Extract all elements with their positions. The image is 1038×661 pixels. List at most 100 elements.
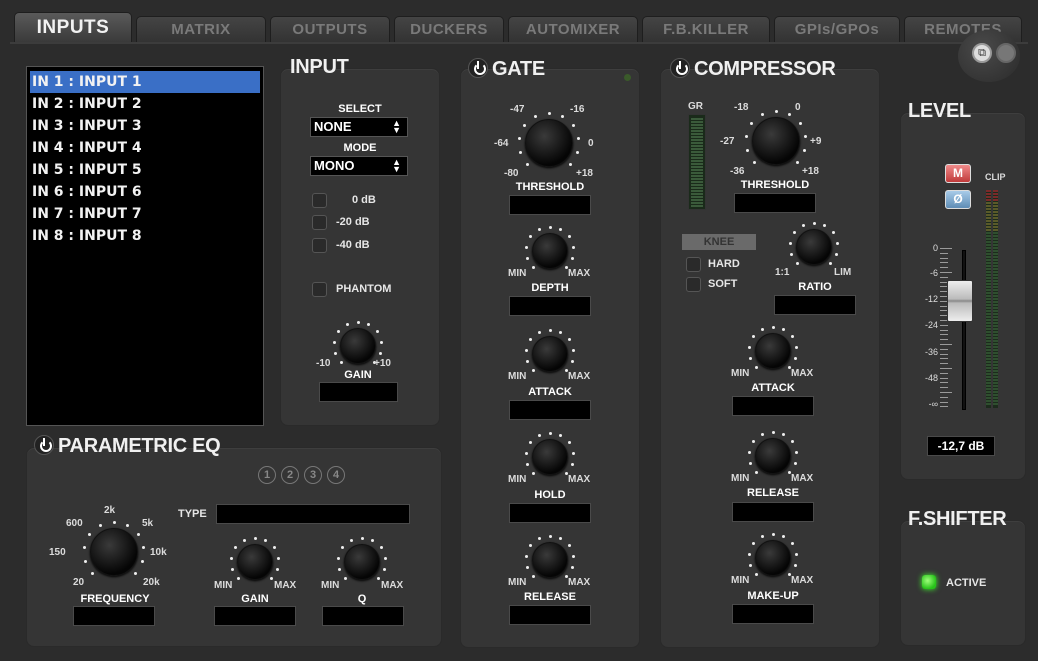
eq-band-4-button[interactable]: 4 <box>327 466 345 484</box>
meter-segment <box>691 130 703 132</box>
eq-band-1-button[interactable]: 1 <box>258 466 276 484</box>
meter-segment <box>986 310 991 312</box>
knee-soft-checkbox[interactable] <box>686 277 701 292</box>
knob-body[interactable] <box>532 439 568 475</box>
knob-body[interactable] <box>755 438 791 474</box>
ratio-label: RATIO <box>798 281 832 293</box>
knob-scale-dot <box>88 532 92 536</box>
phantom-checkbox[interactable] <box>312 282 327 297</box>
meter-segment <box>993 331 998 333</box>
meter-segment <box>986 403 991 405</box>
fader-tick <box>940 387 948 389</box>
knob-body[interactable] <box>90 528 138 576</box>
meter-segment <box>691 184 703 186</box>
list-item[interactable]: IN 2 : INPUT 2 <box>27 93 263 115</box>
level-fader-handle[interactable] <box>947 280 973 322</box>
knob-scale-dot <box>795 345 799 349</box>
mute-button[interactable]: M <box>945 164 971 183</box>
eq-band-2-button[interactable]: 2 <box>281 466 299 484</box>
pad-20db-checkbox[interactable] <box>312 215 327 230</box>
phase-invert-button[interactable]: Ø <box>945 190 971 209</box>
tab-duckers[interactable]: DUCKERS <box>394 16 504 42</box>
meter-segment <box>986 199 991 201</box>
knob-body[interactable] <box>755 540 791 576</box>
knob-scale-dot <box>529 338 533 342</box>
compressor-power-icon[interactable] <box>670 58 690 78</box>
knob-scale-dot <box>548 534 552 538</box>
tab-outputs[interactable]: OUTPUTS <box>270 16 390 42</box>
meter-segment <box>691 166 703 168</box>
meter-segment <box>993 217 998 219</box>
gate-threshold-knob[interactable] <box>515 109 583 177</box>
knob-body[interactable] <box>532 233 568 269</box>
pad-40db-checkbox[interactable] <box>312 238 327 253</box>
list-item[interactable]: IN 4 : INPUT 4 <box>27 137 263 159</box>
eq-frequency-knob[interactable] <box>80 518 148 586</box>
meter-segment <box>993 289 998 291</box>
knob-scale-dot <box>559 434 563 438</box>
knee-hard-label: HARD <box>708 258 740 270</box>
compressor-threshold-knob[interactable] <box>742 107 810 175</box>
gate-power-icon[interactable] <box>468 58 488 78</box>
gate-threshold-scale: -80 <box>504 168 519 179</box>
knee-hard-checkbox[interactable] <box>686 257 701 272</box>
knob-body[interactable] <box>525 119 573 167</box>
meter-segment <box>691 157 703 159</box>
list-item[interactable]: IN 8 : INPUT 8 <box>27 225 263 247</box>
list-item[interactable]: IN 6 : INPUT 6 <box>27 181 263 203</box>
tab-automixer[interactable]: AUTOMIXER <box>508 16 638 42</box>
mode-dropdown[interactable]: MONO ▲ ▼ <box>310 156 408 176</box>
meter-segment <box>993 292 998 294</box>
fshifter-title: F.SHIFTER <box>908 508 1007 530</box>
list-item[interactable]: IN 7 : INPUT 7 <box>27 203 263 225</box>
knob-body[interactable] <box>755 333 791 369</box>
gate-threshold-label: THRESHOLD <box>515 181 585 193</box>
meter-segment <box>986 400 991 402</box>
meter-segment <box>993 355 998 357</box>
knob-body[interactable] <box>344 544 380 580</box>
comp-attack-value <box>732 396 814 416</box>
list-item[interactable]: IN 1 : INPUT 1 <box>30 71 260 93</box>
knob-scale-dot <box>771 532 775 536</box>
gate-threshold-scale: -16 <box>570 104 585 115</box>
knob-scale-dot <box>788 241 792 245</box>
knob-body[interactable] <box>532 542 568 578</box>
list-item[interactable]: IN 5 : INPUT 5 <box>27 159 263 181</box>
meter-segment <box>993 295 998 297</box>
knob-body[interactable] <box>340 328 376 364</box>
select-dropdown[interactable]: NONE ▲ ▼ <box>310 117 408 137</box>
clip-label: CLIP <box>985 172 1006 182</box>
meter-segment <box>986 253 991 255</box>
eq-power-icon[interactable] <box>34 435 54 455</box>
meter-segment <box>691 205 703 207</box>
tab-matrix[interactable]: MATRIX <box>136 16 266 42</box>
paste-icon[interactable] <box>996 43 1016 63</box>
knob-scale-dot <box>754 366 758 370</box>
knob-scale-dot <box>567 235 571 239</box>
knob-scale-dot <box>793 231 797 235</box>
gate-attack-min: MIN <box>508 371 527 382</box>
list-item[interactable]: IN 3 : INPUT 3 <box>27 115 263 137</box>
level-scale-label: -12 <box>924 294 938 304</box>
tab-inputs[interactable]: INPUTS <box>14 12 132 42</box>
knob-body[interactable] <box>796 229 832 265</box>
fader-tick <box>940 382 948 384</box>
meter-segment <box>986 358 991 360</box>
meter-segment <box>986 274 991 276</box>
knob-body[interactable] <box>752 117 800 165</box>
fshifter-active-led[interactable] <box>922 575 936 589</box>
tab-fb-killer[interactable]: F.B.KILLER <box>642 16 770 42</box>
eq-type-field[interactable] <box>216 504 410 524</box>
knob-scale-dot <box>790 335 794 339</box>
fader-tick <box>940 406 948 408</box>
gate-title-text: GATE <box>492 58 545 80</box>
pad-0db-checkbox[interactable] <box>312 193 327 208</box>
meter-segment <box>993 211 998 213</box>
meter-segment <box>986 259 991 261</box>
tab-gpis-gpos[interactable]: GPIs/GPOs <box>774 16 900 42</box>
knob-body[interactable] <box>237 544 273 580</box>
knob-scale-dot <box>524 245 528 249</box>
knob-body[interactable] <box>532 336 568 372</box>
copy-icon[interactable]: ⧉ <box>972 43 992 63</box>
eq-band-3-button[interactable]: 3 <box>304 466 322 484</box>
